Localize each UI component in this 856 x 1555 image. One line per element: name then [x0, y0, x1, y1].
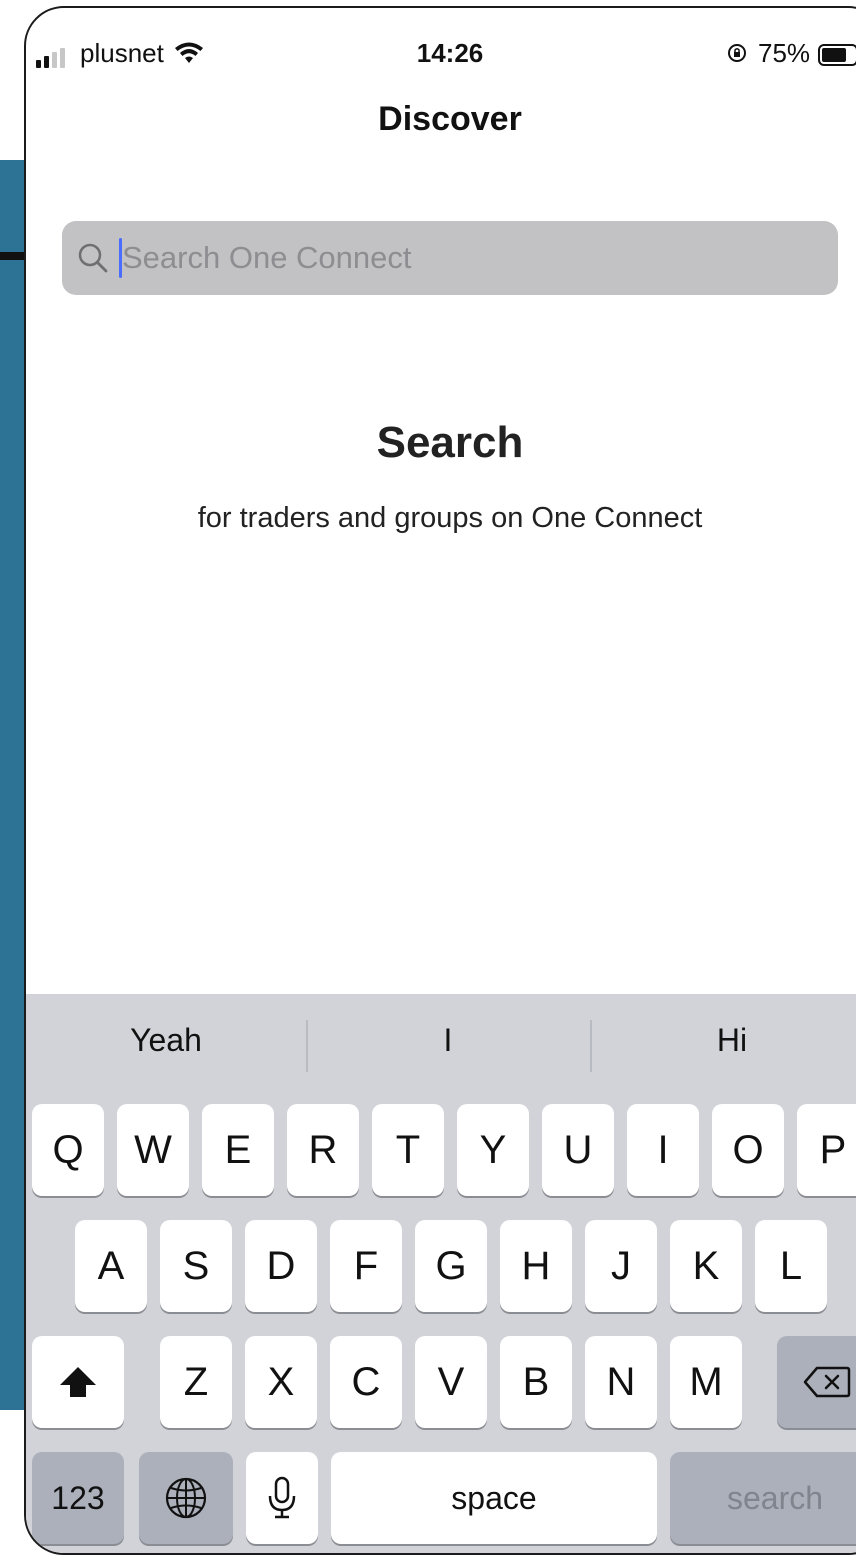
search-input[interactable]	[122, 221, 822, 295]
key-h[interactable]: H	[500, 1220, 572, 1312]
key-m[interactable]: M	[670, 1336, 742, 1428]
empty-state-title: Search	[376, 418, 524, 467]
backspace-icon	[803, 1366, 851, 1398]
shift-key[interactable]	[32, 1336, 124, 1428]
key-i[interactable]: I	[627, 1104, 699, 1196]
predictive-text-bar: Yeah I Hi	[26, 994, 856, 1094]
key-c[interactable]: C	[330, 1336, 402, 1428]
dictation-key[interactable]	[246, 1452, 318, 1544]
microphone-icon	[268, 1476, 296, 1519]
key-l[interactable]: L	[755, 1220, 827, 1312]
key-b[interactable]: B	[500, 1336, 572, 1428]
globe-icon	[165, 1477, 207, 1519]
key-g[interactable]: G	[415, 1220, 487, 1312]
globe-key[interactable]	[139, 1452, 233, 1544]
on-screen-keyboard: Yeah I Hi Q W E R T Y U I O P A S D F G …	[26, 994, 856, 1553]
key-v[interactable]: V	[415, 1336, 487, 1428]
key-r[interactable]: R	[287, 1104, 359, 1196]
key-f[interactable]: F	[330, 1220, 402, 1312]
key-w[interactable]: W	[117, 1104, 189, 1196]
key-y[interactable]: Y	[457, 1104, 529, 1196]
empty-state-subtitle: for traders and groups on One Connect	[197, 502, 703, 534]
search-icon	[76, 241, 110, 280]
key-s[interactable]: S	[160, 1220, 232, 1312]
page-title: Discover	[378, 100, 522, 138]
shift-arrow-icon	[60, 1367, 96, 1397]
key-z[interactable]: Z	[160, 1336, 232, 1428]
suggestion-hi[interactable]: Hi	[592, 1022, 856, 1059]
key-p[interactable]: P	[797, 1104, 856, 1196]
battery-icon	[818, 44, 856, 66]
delete-key[interactable]	[777, 1336, 856, 1428]
key-n[interactable]: N	[585, 1336, 657, 1428]
battery-percentage: 75%	[758, 38, 811, 68]
key-x[interactable]: X	[245, 1336, 317, 1428]
status-bar: plusnet 14:26 75%	[26, 8, 856, 98]
suggestion-yeah[interactable]: Yeah	[26, 1022, 306, 1059]
key-k[interactable]: K	[670, 1220, 742, 1312]
numbers-key[interactable]: 123	[32, 1452, 124, 1544]
key-a[interactable]: A	[75, 1220, 147, 1312]
rotation-lock-icon	[726, 42, 748, 70]
key-q[interactable]: Q	[32, 1104, 104, 1196]
key-d[interactable]: D	[245, 1220, 317, 1312]
search-return-key[interactable]: search	[670, 1452, 856, 1544]
key-j[interactable]: J	[585, 1220, 657, 1312]
search-field[interactable]	[62, 221, 838, 295]
key-t[interactable]: T	[372, 1104, 444, 1196]
key-u[interactable]: U	[542, 1104, 614, 1196]
key-e[interactable]: E	[202, 1104, 274, 1196]
space-key[interactable]: space	[331, 1452, 657, 1544]
phone-screen: plusnet 14:26 75% Discover Search One Co…	[24, 6, 856, 1555]
key-o[interactable]: O	[712, 1104, 784, 1196]
suggestion-i[interactable]: I	[308, 1022, 588, 1059]
